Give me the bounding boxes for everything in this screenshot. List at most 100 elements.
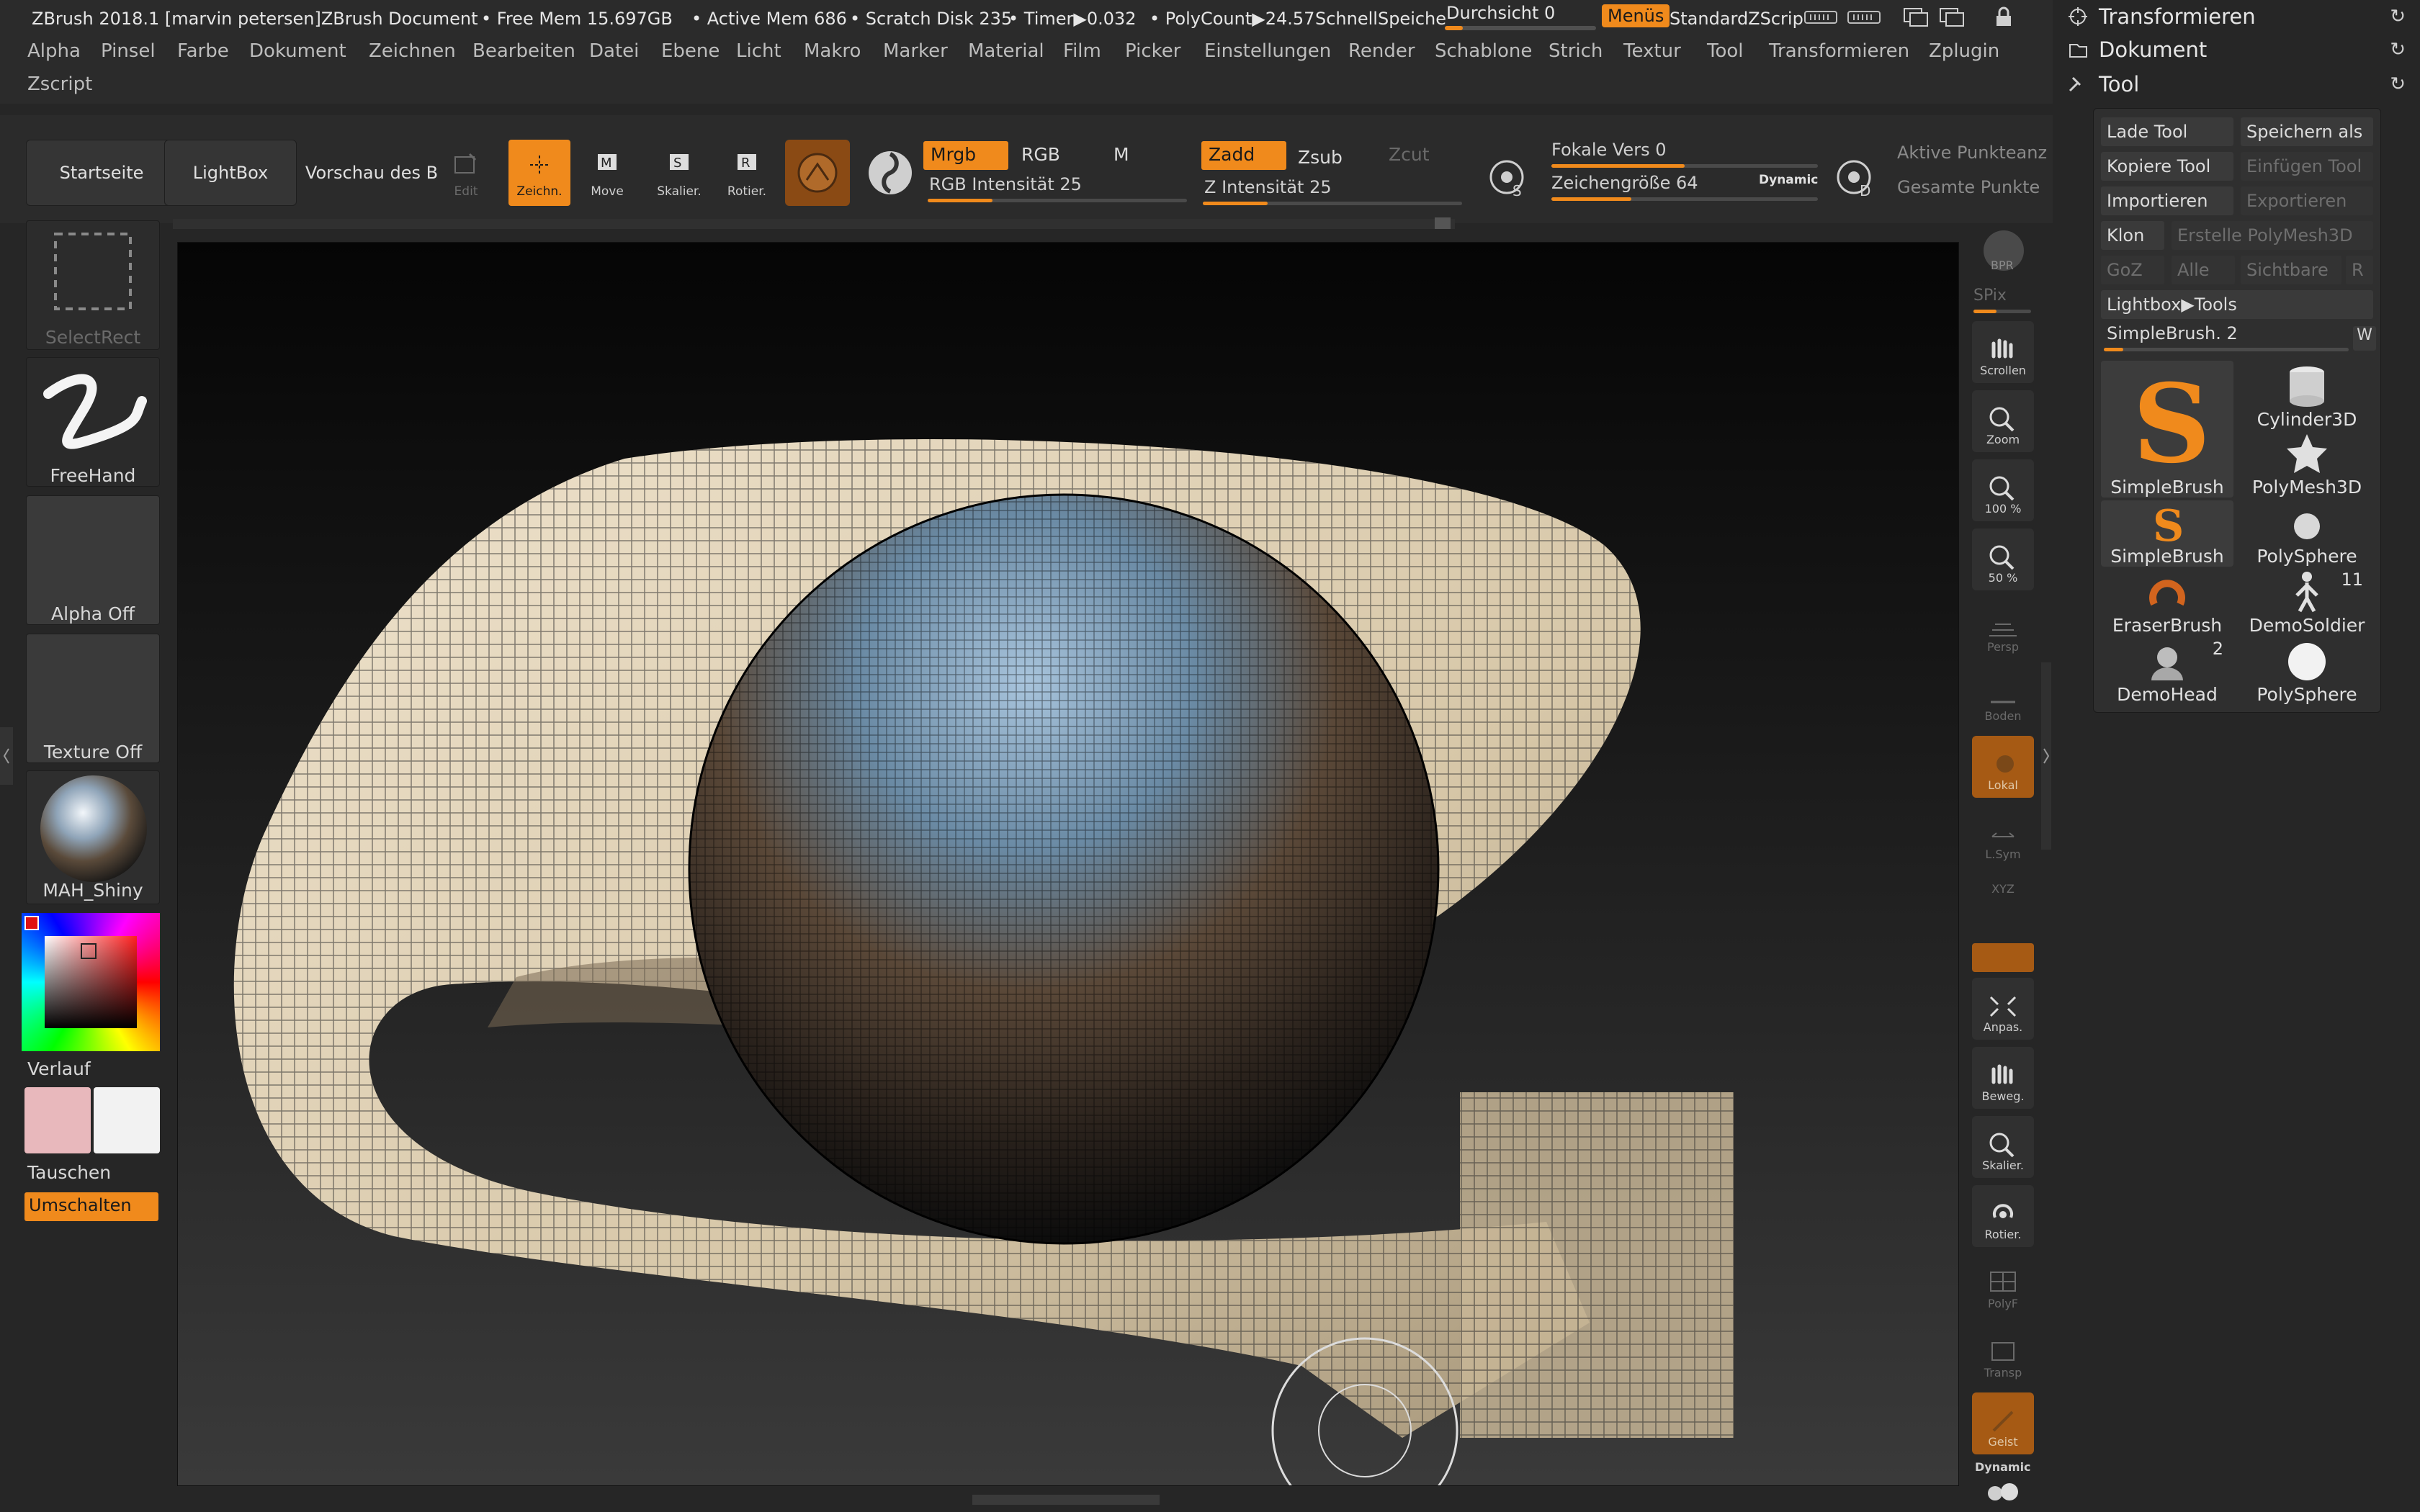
load-tool-button[interactable]: Lade Tool — [2101, 117, 2233, 146]
zsub-toggle[interactable]: Zsub — [1291, 144, 1376, 173]
menu-material[interactable]: Material — [968, 40, 1044, 62]
perspective-button[interactable]: Persp — [1972, 598, 2034, 660]
menu-dokument[interactable]: Dokument — [249, 40, 346, 62]
polyframe-button[interactable]: PolyF — [1972, 1254, 2034, 1316]
tool-eraserbrush[interactable]: EraserBrush — [2101, 570, 2233, 636]
rotate-axis-toggle[interactable] — [1972, 943, 2034, 972]
opacity-slider-label[interactable]: Durchsicht 0 — [1446, 3, 1555, 23]
toggle-button[interactable]: Umschalten — [24, 1192, 158, 1221]
transform-palette-header[interactable]: Transformieren ↻ — [2067, 0, 2406, 33]
all-button[interactable]: Alle — [2172, 256, 2235, 284]
rgb-toggle[interactable]: RGB — [1014, 141, 1099, 170]
lightbox-tools-button[interactable]: Lightbox▶Tools — [2101, 290, 2373, 319]
tool-simplebrush-small[interactable]: S SimpleBrush — [2101, 500, 2233, 567]
menu-licht[interactable]: Licht — [736, 40, 781, 62]
clone-button[interactable]: Klon — [2101, 221, 2164, 250]
tool-polysphere-2[interactable]: PolySphere — [2241, 639, 2373, 705]
scroll-view-button[interactable]: Scrollen — [1972, 321, 2034, 383]
menu-datei[interactable]: Datei — [589, 40, 639, 62]
left-tray-collapse[interactable] — [0, 727, 13, 785]
rotate-view-button[interactable]: Rotier. — [1972, 1185, 2034, 1247]
mrgb-toggle[interactable]: Mrgb — [923, 141, 1008, 170]
dynamic-persp-button[interactable] — [1982, 1477, 2025, 1506]
spix-slider[interactable] — [1973, 310, 2031, 313]
menu-transformieren[interactable]: Transformieren — [1769, 40, 1909, 62]
opacity-slider[interactable] — [1445, 26, 1596, 30]
right-scrollbar[interactable] — [2041, 662, 2051, 850]
w-button[interactable]: W — [2353, 326, 2376, 351]
scale-view-button[interactable]: Skalier. — [1972, 1116, 2034, 1178]
gradient-label[interactable]: Verlauf — [27, 1058, 91, 1079]
tool-polymesh3d[interactable]: PolyMesh3D — [2241, 430, 2373, 498]
floor-button[interactable]: Boden — [1972, 667, 2034, 729]
document-canvas[interactable] — [177, 242, 1959, 1486]
focal-shift-icon[interactable]: S — [1481, 151, 1533, 203]
material-button[interactable] — [785, 140, 850, 206]
xyz-button[interactable]: XYZ — [1972, 858, 2034, 901]
color-picker[interactable] — [22, 913, 160, 1051]
transparent-button[interactable]: Transp — [1972, 1323, 2034, 1385]
edit-button[interactable]: Edit — [435, 140, 497, 206]
menu-picker[interactable]: Picker — [1125, 40, 1180, 62]
z-intensity-slider[interactable] — [1203, 202, 1462, 205]
goz-button[interactable]: GoZ — [2101, 256, 2164, 284]
window-icon-1[interactable] — [1901, 6, 1930, 29]
menu-textur[interactable]: Textur — [1623, 40, 1681, 62]
tool-demohead[interactable]: 2 DemoHead — [2101, 639, 2233, 705]
ghost-button[interactable]: Geist — [1972, 1392, 2034, 1454]
shelf-scroll-handle[interactable] — [1435, 217, 1451, 229]
shelf-scroll-track[interactable] — [173, 219, 1455, 229]
menu-zscript[interactable]: Zscript — [27, 73, 92, 95]
bpr-button[interactable]: BPR — [1975, 223, 2033, 281]
menu-ebene[interactable]: Ebene — [661, 40, 720, 62]
main-color-swatch[interactable] — [24, 1087, 91, 1153]
menu-einstellungen[interactable]: Einstellungen — [1204, 40, 1331, 62]
frame-button[interactable]: Anpas. — [1972, 978, 2034, 1040]
tool-demosoldier[interactable]: 11 DemoSoldier — [2241, 570, 2373, 636]
tool-palette-header[interactable]: Tool ↻ — [2067, 68, 2406, 101]
dynamic-toggle[interactable]: Dynamic — [1759, 173, 1818, 187]
sculptris-button[interactable] — [861, 144, 919, 202]
reset-icon[interactable]: ↻ — [2390, 6, 2406, 27]
scroll-right-icon[interactable] — [1847, 9, 1881, 26]
scale-button[interactable]: S Skalier. — [648, 140, 710, 206]
menu-render[interactable]: Render — [1348, 40, 1415, 62]
menu-farbe[interactable]: Farbe — [177, 40, 229, 62]
menu-bearbeiten[interactable]: Bearbeiten — [472, 40, 575, 62]
lock-icon[interactable] — [1992, 6, 2015, 29]
swap-colors-button[interactable]: Tauschen — [27, 1162, 111, 1183]
tool-slider[interactable] — [2104, 348, 2349, 351]
draw-size-slider[interactable] — [1551, 197, 1818, 201]
secondary-color-swatch[interactable] — [94, 1087, 160, 1153]
move-view-button[interactable]: Beweg. — [1972, 1047, 2034, 1109]
rotate-button[interactable]: R Rotier. — [716, 140, 778, 206]
menu-alpha[interactable]: Alpha — [27, 40, 81, 62]
menu-tool[interactable]: Tool — [1707, 40, 1744, 62]
reset-icon[interactable]: ↻ — [2390, 39, 2406, 60]
export-button[interactable]: Exportieren — [2241, 186, 2373, 215]
focal-shift-slider[interactable] — [1551, 164, 1818, 168]
menu-pinsel[interactable]: Pinsel — [101, 40, 156, 62]
actual-size-button[interactable]: 100 % — [1972, 459, 2034, 521]
draw-size-icon[interactable]: D — [1828, 151, 1880, 203]
quicksave-button[interactable]: SchnellSpeiche — [1315, 9, 1446, 29]
home-button[interactable]: Startseite — [26, 140, 177, 206]
tool-simplebrush-large[interactable]: S SimpleBrush — [2101, 361, 2233, 498]
menu-film[interactable]: Film — [1063, 40, 1101, 62]
menu-zplugin[interactable]: Zplugin — [1929, 40, 1999, 62]
make-polymesh-button[interactable]: Erstelle PolyMesh3D — [2172, 221, 2373, 250]
canvas-bottom-handle[interactable] — [972, 1495, 1160, 1505]
paste-tool-button[interactable]: Einfügen Tool — [2241, 152, 2373, 181]
save-as-button[interactable]: Speichern als — [2241, 117, 2373, 146]
half-size-button[interactable]: 50 % — [1972, 528, 2034, 590]
document-palette-header[interactable]: Dokument ↻ — [2067, 33, 2406, 66]
tool-cylinder3d[interactable]: Cylinder3D — [2241, 361, 2373, 430]
m-toggle[interactable]: M — [1106, 141, 1191, 170]
rgb-intensity-slider[interactable] — [928, 199, 1187, 202]
copy-tool-button[interactable]: Kopiere Tool — [2101, 152, 2233, 181]
zadd-toggle[interactable]: Zadd — [1201, 141, 1286, 170]
zoom-view-button[interactable]: Zoom — [1972, 390, 2034, 452]
draw-button[interactable]: Zeichn. — [508, 140, 570, 206]
menu-zeichnen[interactable]: Zeichnen — [369, 40, 456, 62]
window-icon-2[interactable] — [1937, 6, 1966, 29]
